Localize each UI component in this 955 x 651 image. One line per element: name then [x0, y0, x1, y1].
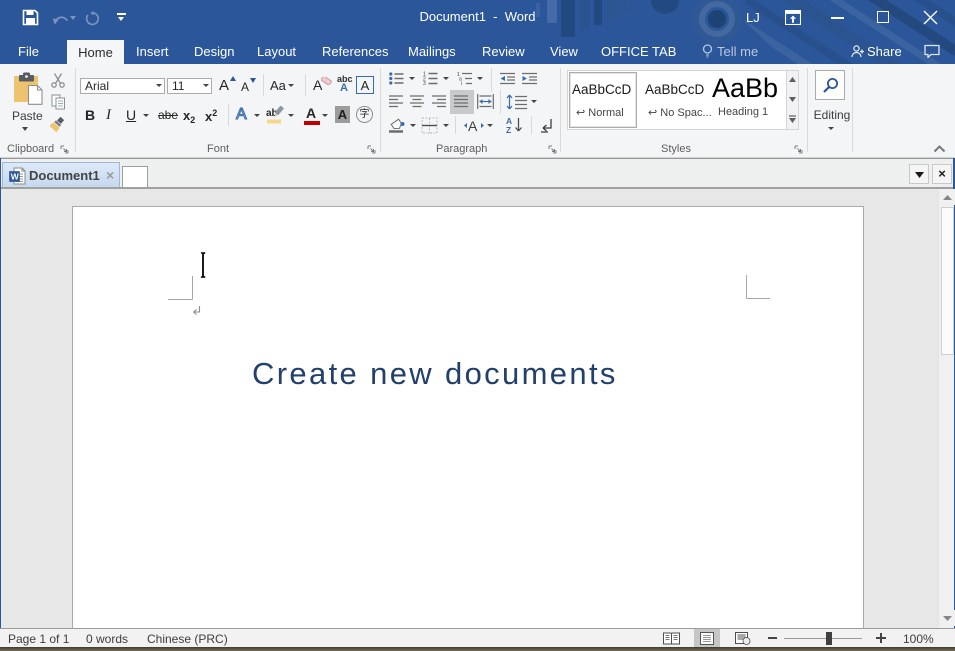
svg-text:A: A [468, 118, 478, 134]
svg-text:3: 3 [423, 81, 426, 85]
svg-text:W: W [11, 172, 20, 182]
svg-text:Z: Z [506, 125, 511, 134]
svg-text:i: i [461, 81, 462, 85]
